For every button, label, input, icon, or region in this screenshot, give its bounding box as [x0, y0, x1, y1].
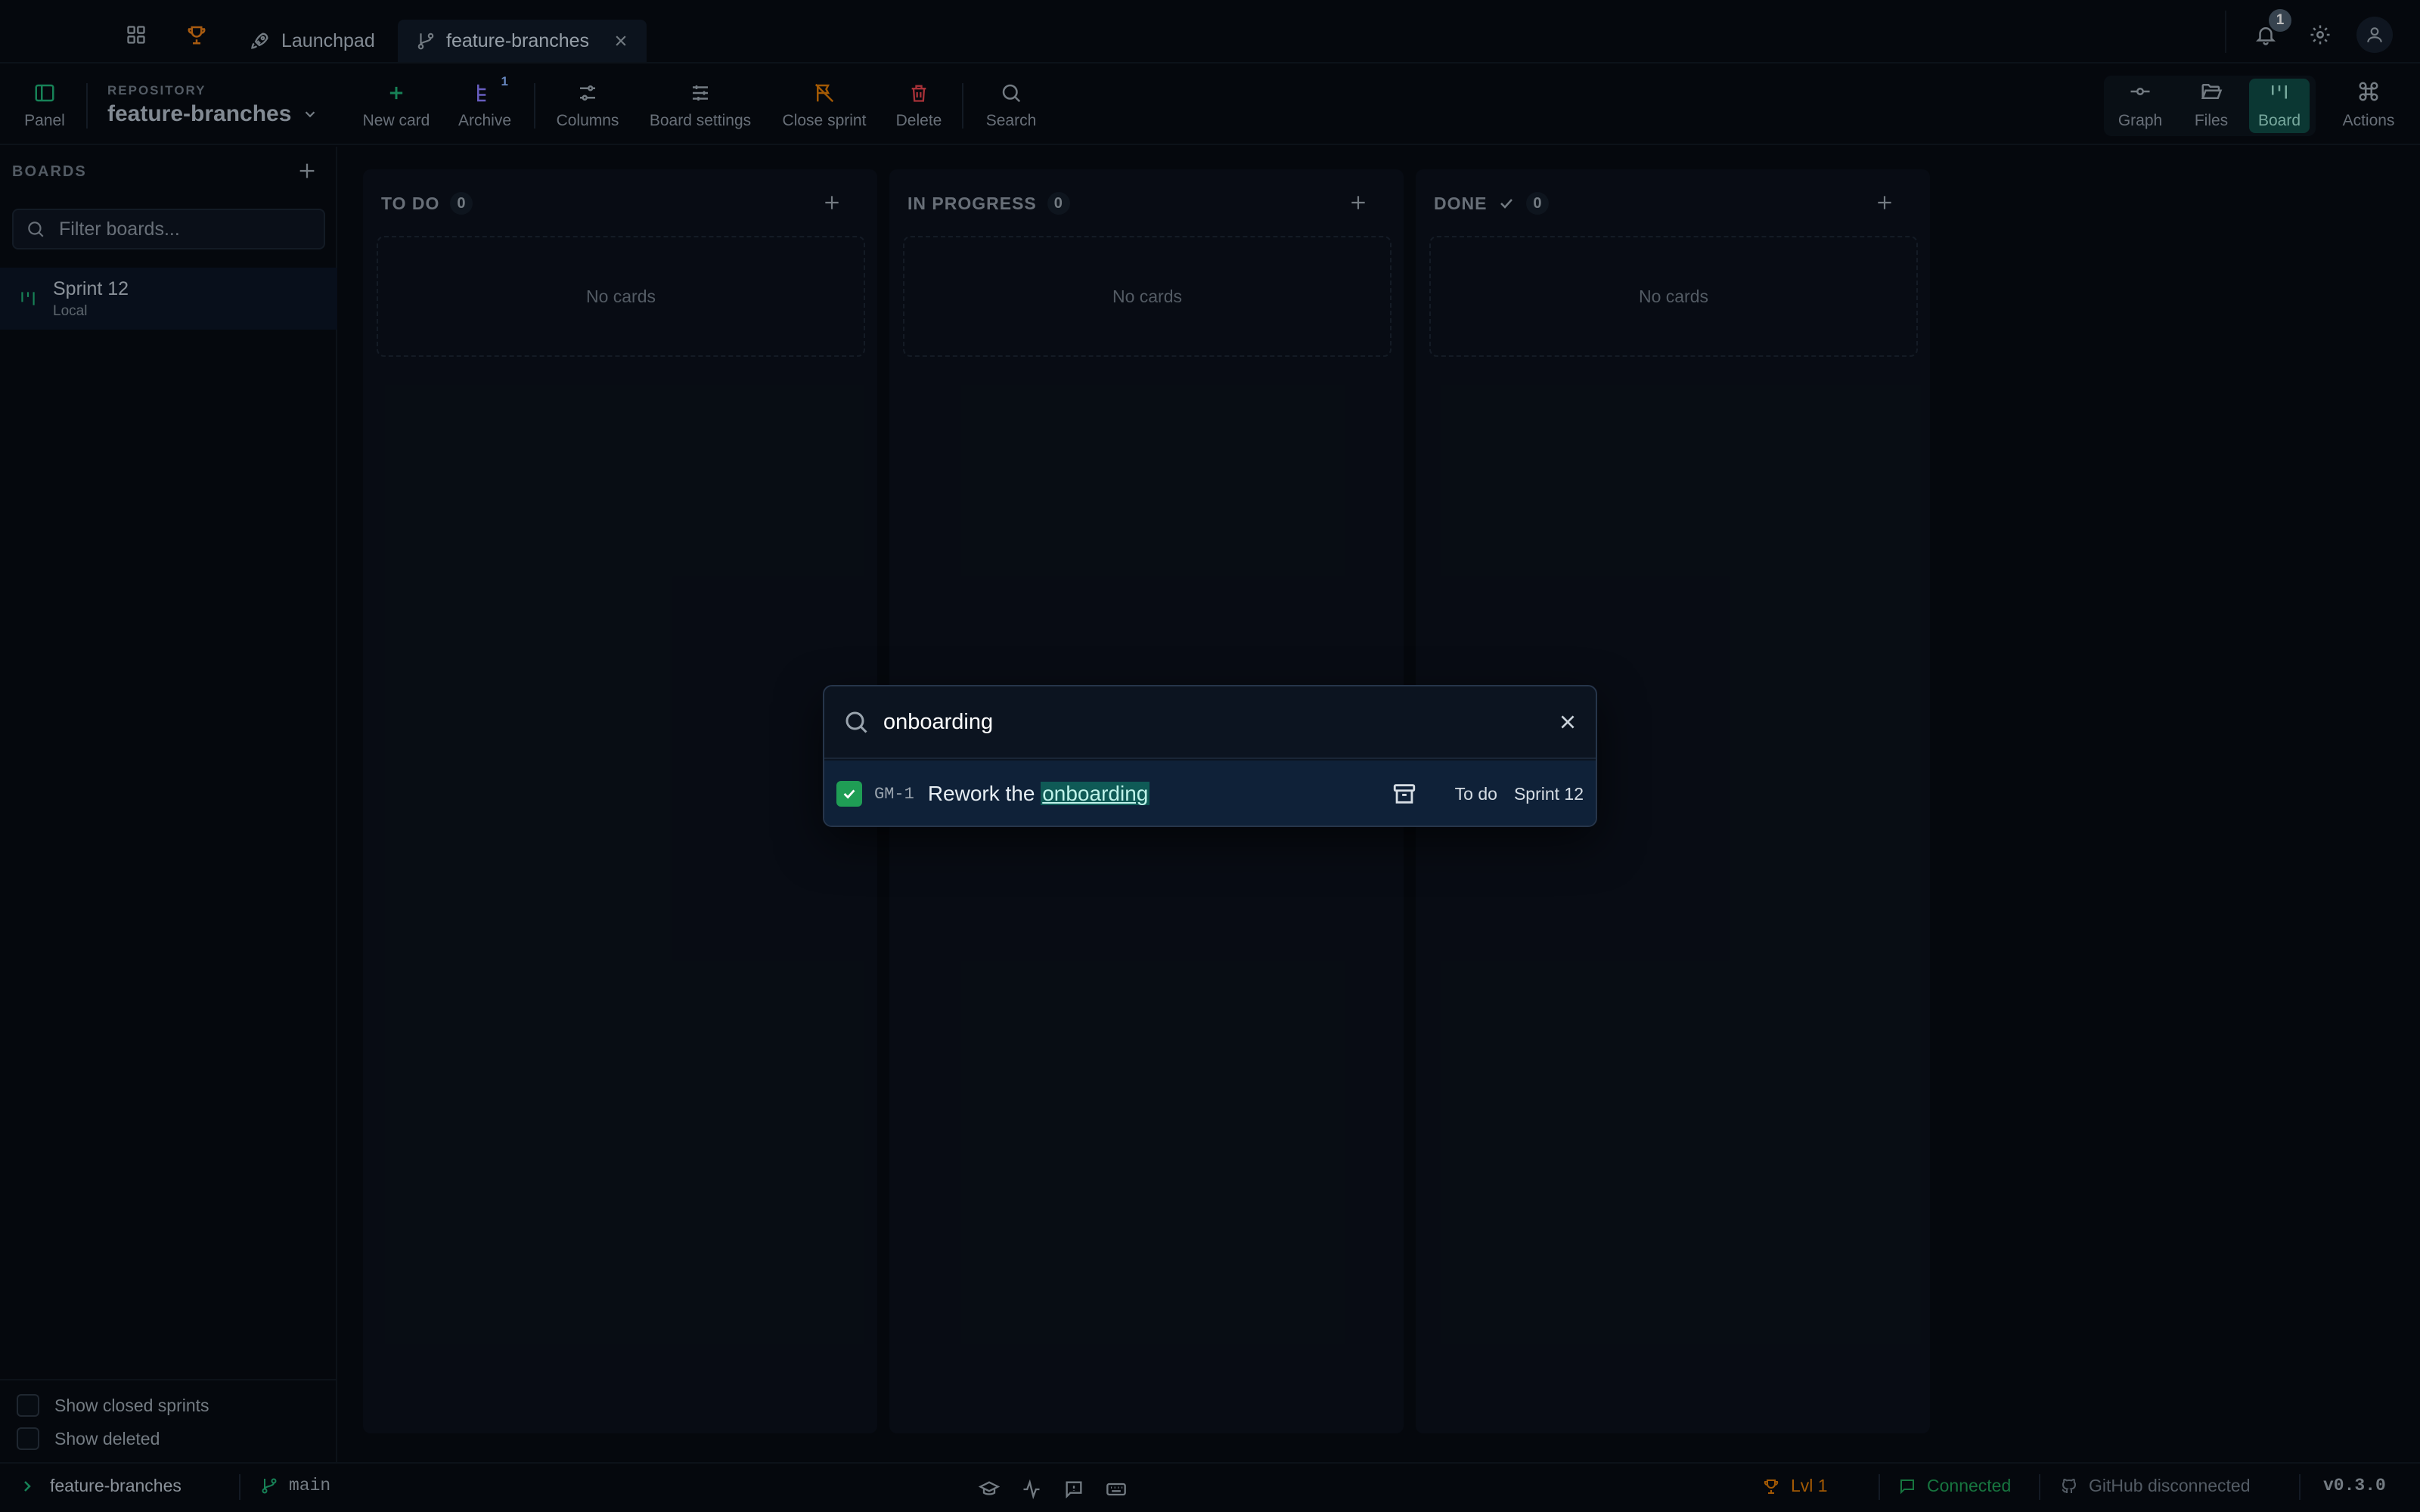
search-bar	[824, 686, 1596, 759]
archive-box-icon	[1392, 781, 1417, 807]
card-sprint: Sprint 12	[1513, 783, 1584, 804]
clear-search-icon[interactable]	[1558, 712, 1578, 732]
card-title-match-highlight: onboarding	[1041, 782, 1150, 805]
search-icon	[842, 708, 870, 736]
card-status-check-icon	[836, 781, 862, 807]
search-cards-modal: GM-1 Rework the onboarding To do Sprint …	[823, 685, 1597, 827]
card-title-prefix: Rework the	[927, 782, 1041, 805]
search-result-row[interactable]: GM-1 Rework the onboarding To do Sprint …	[824, 761, 1596, 826]
card-meta: To do Sprint 12	[1392, 781, 1584, 807]
card-title: Rework the onboarding	[928, 782, 1150, 806]
card-status: To do	[1454, 783, 1497, 804]
card-id: GM-1	[874, 784, 914, 804]
search-query-input[interactable]	[883, 709, 1544, 735]
